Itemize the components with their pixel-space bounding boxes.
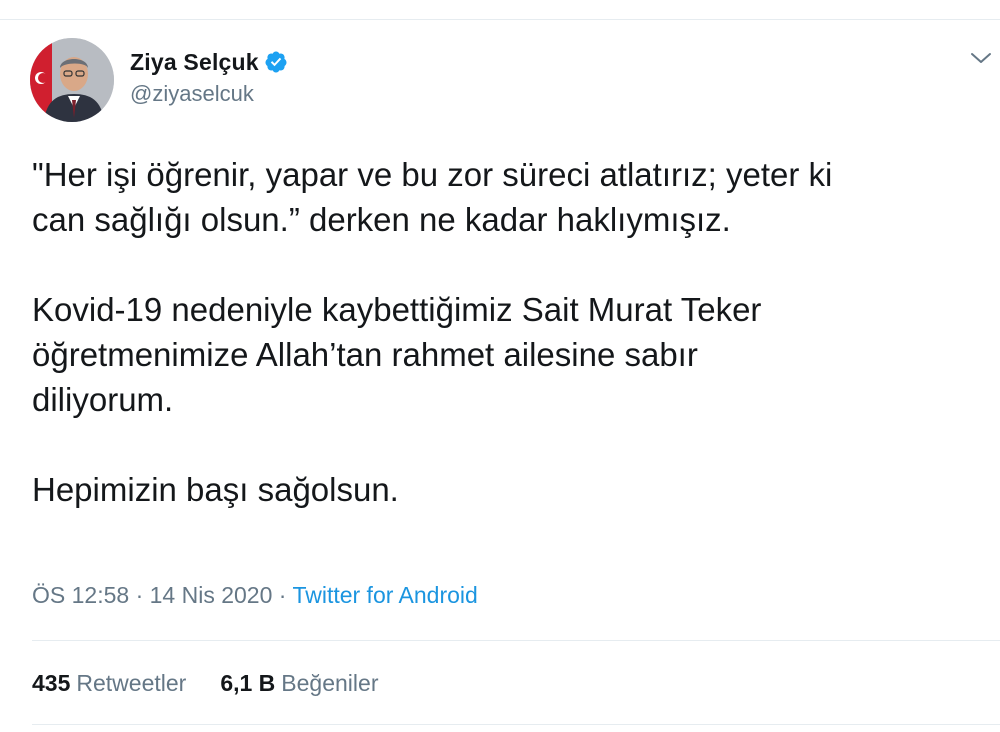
tweet-time[interactable]: ÖS 12:58 bbox=[32, 582, 129, 608]
likes-count: 6,1 B bbox=[220, 670, 276, 696]
likes-label: Beğeniler bbox=[281, 670, 379, 696]
tweet-meta: ÖS 12:58 · 14 Nis 2020 · Twitter for And… bbox=[32, 582, 478, 609]
bottom-divider bbox=[32, 724, 1000, 725]
tweet-paragraph: Hepimizin başı sağolsun. bbox=[32, 471, 399, 508]
name-row: Ziya Selçuk bbox=[130, 46, 288, 78]
tweet-source-link[interactable]: Twitter for Android bbox=[292, 582, 477, 608]
stats-divider bbox=[32, 640, 1000, 641]
meta-separator: · bbox=[278, 582, 287, 608]
likes-stat[interactable]: 6,1 B Beğeniler bbox=[220, 670, 378, 697]
tweet-stats: 435 Retweetler 6,1 B Beğeniler bbox=[32, 670, 378, 697]
avatar[interactable] bbox=[30, 38, 114, 122]
tweet-paragraph: Kovid-19 nedeniyle kaybettiğimiz Sait Mu… bbox=[32, 291, 762, 418]
retweets-label: Retweetler bbox=[76, 670, 187, 696]
author-block: Ziya Selçuk @ziyaselcuk bbox=[130, 46, 288, 107]
retweets-stat[interactable]: 435 Retweetler bbox=[32, 670, 186, 697]
top-divider bbox=[0, 19, 1000, 20]
verified-badge-icon bbox=[265, 51, 287, 73]
tweet-card: Ziya Selçuk @ziyaselcuk "Her işi öğrenir… bbox=[0, 0, 1000, 732]
meta-separator: · bbox=[135, 582, 144, 608]
author-display-name[interactable]: Ziya Selçuk bbox=[130, 49, 259, 76]
profile-photo-icon bbox=[30, 38, 114, 122]
tweet-text: "Her işi öğrenir, yapar ve bu zor süreci… bbox=[32, 152, 987, 557]
tweet-date[interactable]: 14 Nis 2020 bbox=[150, 582, 273, 608]
retweets-count: 435 bbox=[32, 670, 71, 696]
tweet-paragraph: "Her işi öğrenir, yapar ve bu zor süreci… bbox=[32, 156, 833, 238]
chevron-down-icon[interactable] bbox=[968, 48, 994, 68]
author-handle[interactable]: @ziyaselcuk bbox=[130, 81, 288, 107]
